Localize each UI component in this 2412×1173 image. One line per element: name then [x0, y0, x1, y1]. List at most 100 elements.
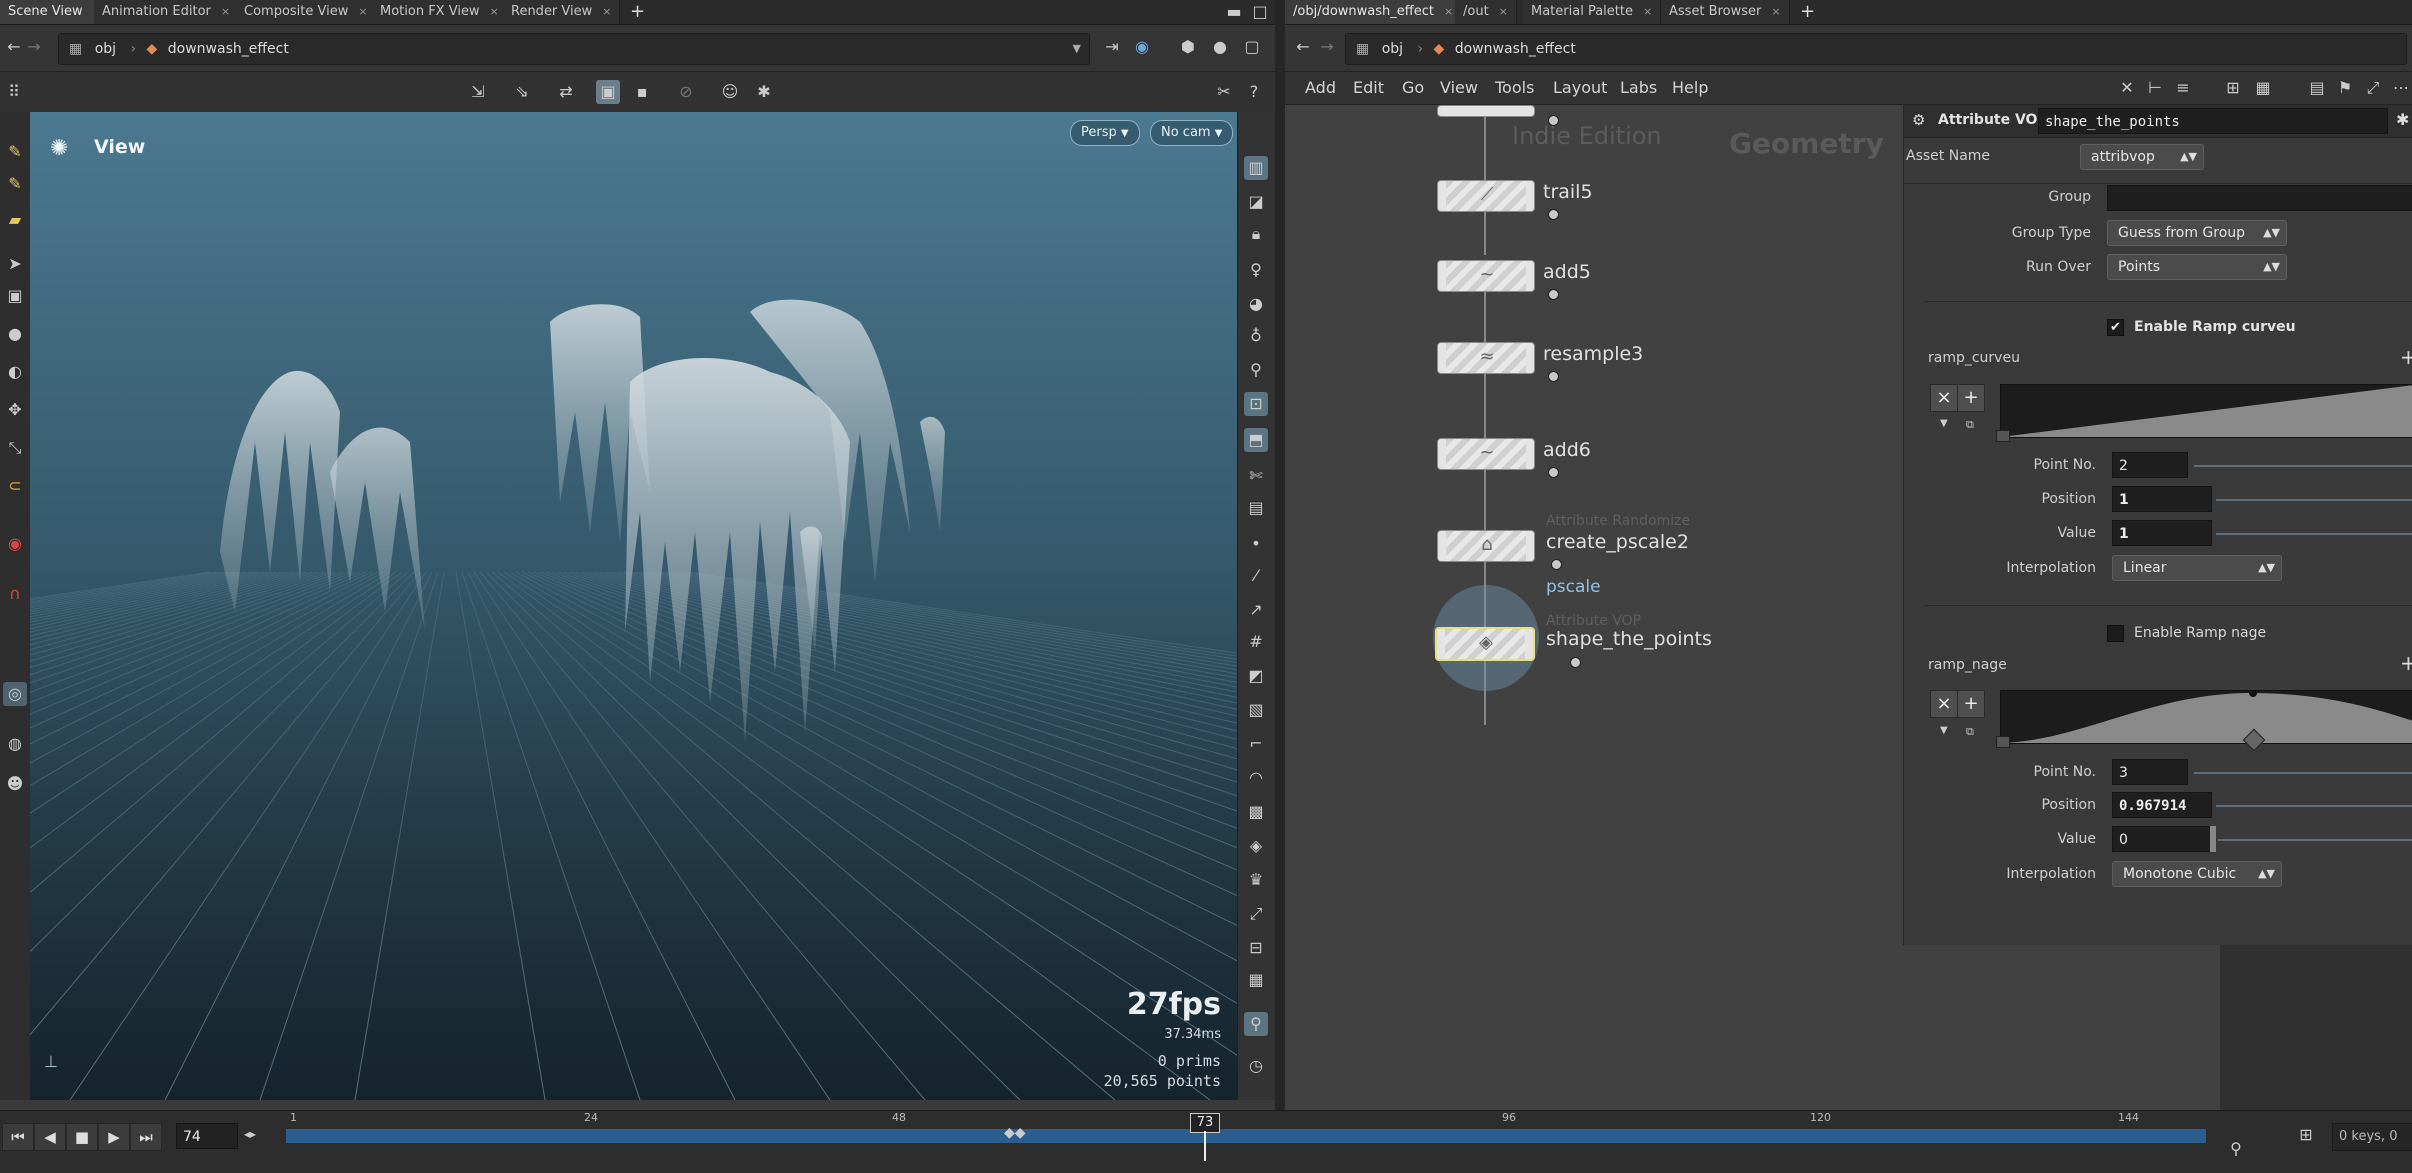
- cube-icon[interactable]: ▧: [1244, 698, 1268, 722]
- delete-point-button[interactable]: ×: [1930, 384, 1958, 412]
- menu-add[interactable]: Add: [1305, 72, 1336, 104]
- ramp-nage-editor[interactable]: [2000, 690, 2412, 744]
- add-tab-icon[interactable]: +: [1800, 0, 1815, 24]
- delete-point-button[interactable]: ×: [1930, 690, 1958, 718]
- tab-network-path[interactable]: /obj/downwash_effect ×: [1285, 0, 1463, 24]
- node-flag-dot[interactable]: [1548, 289, 1559, 300]
- ghost-icon[interactable]: ☺: [718, 80, 742, 104]
- value-slider[interactable]: [2216, 533, 2412, 535]
- settings-icon[interactable]: ✱: [752, 80, 776, 104]
- lock-icon[interactable]: 🔒︎: [1244, 222, 1268, 246]
- node-flag-dot[interactable]: [1548, 209, 1559, 220]
- node-flag-dot[interactable]: [1570, 657, 1581, 668]
- node-upstream[interactable]: [1437, 105, 1535, 117]
- position-slider[interactable]: [2216, 499, 2412, 501]
- close-icon[interactable]: ×: [358, 5, 367, 18]
- tree-icon[interactable]: ⊢: [2143, 76, 2167, 100]
- add-point-button[interactable]: +: [1957, 384, 1985, 412]
- breadcrumb[interactable]: ▦ obj › ◆ downwash_effect: [1345, 33, 2407, 65]
- checker-icon[interactable]: ▩: [1244, 800, 1268, 824]
- forward-arrow-icon[interactable]: →: [22, 35, 46, 59]
- tab-animation-editor[interactable]: Animation Editor ×: [94, 0, 240, 24]
- back-arrow-icon[interactable]: ←: [1291, 35, 1315, 59]
- key-options-icon[interactable]: ⊞: [2294, 1123, 2318, 1147]
- tiles-icon[interactable]: ⊞: [2221, 76, 2245, 100]
- display-cube-icon[interactable]: ⬢: [1176, 35, 1200, 59]
- stack-icon[interactable]: ▤: [1244, 496, 1268, 520]
- wireframe-icon[interactable]: ▣: [596, 80, 620, 104]
- close-icon[interactable]: ×: [221, 5, 230, 18]
- node-label[interactable]: add6: [1543, 439, 1591, 461]
- image-icon[interactable]: ▦: [1244, 968, 1268, 992]
- run-over-dropdown[interactable]: Points ▲▼: [2107, 254, 2287, 280]
- breadcrumb-context[interactable]: obj: [95, 41, 116, 57]
- camera-icon[interactable]: ●: [1208, 35, 1232, 59]
- flag-icon[interactable]: ⚑: [2333, 76, 2357, 100]
- collapse-arrow-icon[interactable]: ▼: [1940, 725, 1948, 736]
- scale-icon[interactable]: ⤡: [3, 436, 27, 460]
- view-tool-icon[interactable]: ◎: [3, 682, 27, 706]
- grid-menu-icon[interactable]: ⠿: [2, 80, 26, 104]
- ramp-curveu-editor[interactable]: [2000, 384, 2412, 438]
- transform-icon[interactable]: ✥: [3, 398, 27, 422]
- frame-step-icon[interactable]: ◂▸: [244, 1127, 256, 1141]
- network-editor[interactable]: Indie Edition Geometry ⟋ trail5 ~ add5 ≈…: [1285, 105, 1903, 1110]
- magnet-red-icon[interactable]: ∩: [3, 582, 27, 606]
- add-tab-icon[interactable]: +: [630, 0, 645, 24]
- snapshot-icon[interactable]: ⊡: [1244, 392, 1268, 416]
- value-slider-handle[interactable]: [2210, 826, 2216, 852]
- tab-asset-browser[interactable]: Asset Browser ×: [1661, 0, 1790, 24]
- menu-layout[interactable]: Layout: [1553, 72, 1607, 104]
- add-point-button[interactable]: +: [1957, 690, 1985, 718]
- pin-light-icon[interactable]: ⚲: [1244, 358, 1268, 382]
- brush-icon[interactable]: ⤢: [1244, 902, 1268, 926]
- ramp-key-handle[interactable]: [1996, 736, 2010, 748]
- select-tool-icon[interactable]: ⇲: [466, 80, 490, 104]
- menu-tools[interactable]: Tools: [1495, 72, 1534, 104]
- frame-marker[interactable]: 73: [1190, 1113, 1220, 1133]
- sphere-icon[interactable]: ◐: [3, 360, 27, 384]
- box-icon[interactable]: ◩: [1244, 664, 1268, 688]
- diamond-icon[interactable]: ◈: [1244, 834, 1268, 858]
- curve-icon[interactable]: ◠: [1244, 766, 1268, 790]
- position-field[interactable]: 0.967914: [2112, 792, 2212, 818]
- interpolation-dropdown[interactable]: Monotone Cubic ▲▼: [2112, 861, 2282, 887]
- forward-arrow-icon[interactable]: →: [1315, 35, 1339, 59]
- audio-icon[interactable]: ⚲: [2224, 1137, 2248, 1161]
- display-icon[interactable]: ▪: [630, 80, 654, 104]
- disabled-icon[interactable]: ⊘: [674, 80, 698, 104]
- breadcrumb-context[interactable]: obj: [1382, 41, 1403, 57]
- shading-icon[interactable]: ⬒: [1244, 428, 1268, 452]
- node-label[interactable]: add5: [1543, 261, 1591, 283]
- link-icon[interactable]: ⧉: [1966, 418, 1974, 432]
- node-name-field[interactable]: shape_the_points: [2038, 108, 2388, 134]
- position-field[interactable]: 1: [2112, 486, 2212, 512]
- node-label[interactable]: shape_the_points: [1546, 628, 1712, 650]
- node-output-dot[interactable]: [1548, 115, 1559, 126]
- play-button[interactable]: ▶: [98, 1123, 130, 1151]
- arrow-tool-icon[interactable]: ➤: [3, 252, 27, 276]
- link-icon[interactable]: ◉: [1130, 35, 1154, 59]
- camera-button[interactable]: No cam ▼: [1150, 120, 1234, 146]
- wrench-icon[interactable]: ✕: [2115, 76, 2139, 100]
- node-add6[interactable]: ~: [1437, 438, 1535, 470]
- brush-icon[interactable]: ✎: [3, 140, 27, 164]
- collapse-arrow-icon[interactable]: ▼: [1940, 418, 1948, 429]
- timeline-range[interactable]: [286, 1129, 2206, 1143]
- menu-labs[interactable]: Labs: [1620, 72, 1657, 104]
- close-icon[interactable]: ×: [602, 5, 611, 18]
- step-back-button[interactable]: ◀: [34, 1123, 66, 1151]
- node-flag-dot[interactable]: [1551, 559, 1562, 570]
- help-icon[interactable]: ?: [1242, 80, 1266, 104]
- link-icon[interactable]: ⧉: [1966, 725, 1974, 739]
- node-label[interactable]: create_pscale2: [1546, 531, 1689, 553]
- breadcrumb-node[interactable]: downwash_effect: [1455, 41, 1576, 57]
- node-create-pscale2[interactable]: ⌂: [1437, 530, 1535, 562]
- node-flag-dot[interactable]: [1548, 467, 1559, 478]
- stop-button[interactable]: ■: [66, 1123, 98, 1151]
- persp-button[interactable]: Persp ▼: [1070, 120, 1140, 146]
- grid-icon[interactable]: ⊟: [1244, 936, 1268, 960]
- point-no-slider[interactable]: [2194, 465, 2412, 467]
- snapshot-icon[interactable]: ▢: [1240, 35, 1264, 59]
- close-icon[interactable]: ×: [1499, 5, 1508, 18]
